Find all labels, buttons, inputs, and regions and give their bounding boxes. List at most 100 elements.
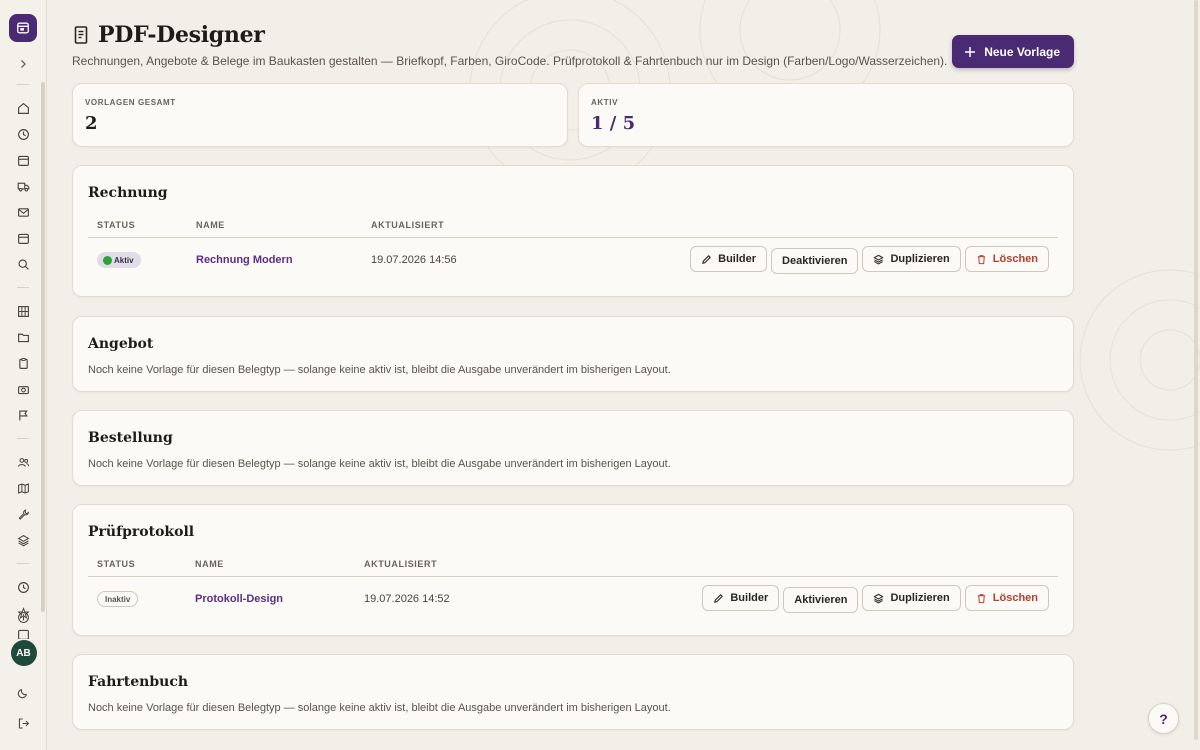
section-pruefprotokoll: Prüfprotokoll STATUS NAME AKTUALISIERT I…	[72, 504, 1074, 636]
column-updated: AKTUALISIERT	[364, 559, 438, 569]
layers-icon	[873, 254, 885, 264]
trash-icon	[977, 254, 985, 264]
table-header: STATUS NAME AKTUALISIERT	[88, 220, 1058, 238]
deactivate-label: Deaktivieren	[782, 255, 848, 267]
sidebar: AB	[0, 0, 47, 750]
duplicate-button[interactable]: Duplizieren	[862, 246, 961, 272]
page-subtitle: Rechnungen, Angebote & Belege im Baukast…	[72, 54, 948, 68]
duplicate-button[interactable]: Duplizieren	[862, 585, 961, 611]
sidebar-scrollbar[interactable]	[41, 82, 45, 612]
trash-icon	[977, 593, 985, 603]
delete-button[interactable]: Löschen	[964, 246, 1049, 272]
sidebar-item-map[interactable]	[13, 478, 33, 498]
deactivate-button[interactable]: Deaktivieren	[771, 248, 859, 274]
info-button[interactable]	[14, 607, 34, 627]
clipboard-icon	[18, 357, 28, 369]
section-title: Angebot	[88, 336, 154, 352]
sidebar-item-camera[interactable]	[13, 379, 33, 399]
section-fahrtenbuch: Fahrtenbuch Noch keine Vorlage für diese…	[72, 654, 1074, 730]
theme-toggle-button[interactable]	[14, 682, 34, 702]
sidebar-item-layers[interactable]	[13, 530, 33, 550]
status-label: Aktiv	[114, 255, 134, 265]
title-row: PDF-Designer	[72, 22, 1074, 48]
search-icon	[17, 258, 29, 270]
chevron-right-icon	[21, 60, 26, 68]
moon-icon	[17, 688, 28, 698]
stat-value: 1 / 5	[591, 113, 636, 134]
updated-timestamp: 19.07.2026 14:52	[364, 593, 450, 605]
stat-label: AKTIV	[591, 98, 618, 107]
sidebar-item-flag[interactable]	[13, 405, 33, 425]
divider	[17, 84, 29, 85]
section-title: Prüfprotokoll	[88, 524, 195, 540]
app-logo-button[interactable]	[9, 14, 37, 42]
sidebar-item-history[interactable]	[13, 124, 33, 144]
camera-icon	[17, 385, 29, 394]
divider	[17, 438, 29, 439]
sidebar-item-calendar[interactable]	[13, 150, 33, 170]
sidebar-item-tools[interactable]	[13, 504, 33, 524]
stat-card-active: AKTIV 1 / 5	[578, 83, 1074, 147]
delete-label: Löschen	[992, 592, 1038, 604]
sidebar-item-clipboard[interactable]	[13, 353, 33, 373]
mail-icon	[17, 207, 29, 217]
activate-label: Aktivieren	[794, 594, 848, 606]
template-name-link[interactable]: Rechnung Modern	[196, 254, 293, 266]
section-title: Bestellung	[88, 430, 173, 446]
logout-icon	[18, 718, 30, 728]
sidebar-item-grid[interactable]	[13, 301, 33, 321]
column-name: NAME	[196, 220, 225, 230]
truck-icon	[17, 182, 29, 191]
divider	[17, 287, 29, 288]
sidebar-item-schedule[interactable]	[13, 228, 33, 248]
builder-button[interactable]: Builder	[702, 585, 780, 611]
folder-icon	[17, 333, 29, 342]
active-dot-icon	[103, 255, 112, 265]
stat-value: 2	[85, 113, 98, 134]
column-status: STATUS	[97, 559, 136, 569]
window-icon	[17, 22, 29, 34]
stat-label: VORLAGEN GESAMT	[85, 98, 176, 107]
sidebar-item-users[interactable]	[13, 452, 33, 472]
row-actions: Builder Aktivieren Duplizieren Löschen	[702, 585, 1049, 613]
sidebar-item-home[interactable]	[13, 98, 33, 118]
column-updated: AKTUALISIERT	[371, 220, 445, 230]
activate-button[interactable]: Aktivieren	[783, 587, 859, 613]
main-scrollbar[interactable]	[1194, 0, 1198, 740]
builder-button[interactable]: Builder	[690, 246, 768, 272]
sidebar-footer: AB	[0, 604, 47, 736]
row-actions: Builder Deaktivieren Duplizieren Löschen	[690, 246, 1049, 274]
sidebar-item-delivery[interactable]	[13, 176, 33, 196]
home-icon	[17, 102, 29, 114]
clock-icon	[17, 128, 29, 140]
column-status: STATUS	[97, 220, 136, 230]
layers-icon	[873, 593, 885, 603]
new-template-label: Neue Vorlage	[984, 44, 1060, 59]
sidebar-item-mail[interactable]	[13, 202, 33, 222]
layers-icon	[17, 534, 29, 546]
wrench-icon	[18, 508, 29, 520]
sidebar-expand-button[interactable]	[13, 54, 33, 74]
page-header: PDF-Designer Rechnungen, Angebote & Bele…	[72, 22, 1074, 72]
builder-label: Builder	[718, 253, 757, 265]
template-name-link[interactable]: Protokoll-Design	[195, 593, 283, 605]
flag-icon	[18, 409, 28, 420]
pencil-icon	[714, 593, 724, 603]
duplicate-label: Duplizieren	[890, 592, 950, 604]
user-avatar[interactable]: AB	[10, 640, 37, 666]
help-button[interactable]: ?	[1148, 703, 1179, 734]
stat-card-total: VORLAGEN GESAMT 2	[72, 83, 568, 147]
users-icon	[17, 457, 29, 467]
calendar-icon	[17, 233, 29, 244]
new-template-button[interactable]: Neue Vorlage	[952, 35, 1074, 68]
sidebar-item-timer[interactable]	[13, 577, 33, 597]
delete-button[interactable]: Löschen	[964, 585, 1049, 611]
logout-button[interactable]	[14, 713, 34, 733]
calendar-icon	[17, 155, 29, 166]
updated-timestamp: 19.07.2026 14:56	[371, 254, 457, 266]
delete-label: Löschen	[992, 253, 1038, 265]
sidebar-item-search[interactable]	[13, 254, 33, 274]
duplicate-label: Duplizieren	[890, 253, 950, 265]
table-header: STATUS NAME AKTUALISIERT	[88, 559, 1058, 577]
sidebar-item-folder[interactable]	[13, 327, 33, 347]
